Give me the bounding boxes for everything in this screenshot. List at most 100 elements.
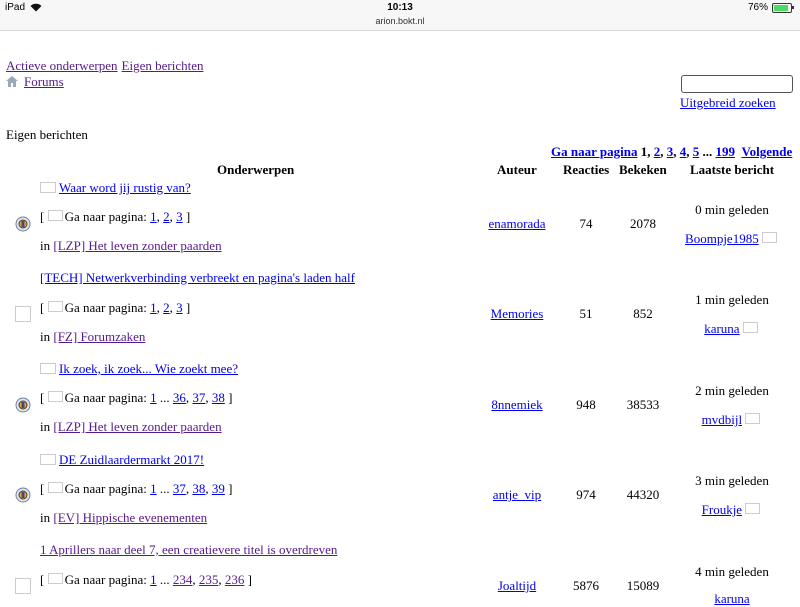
topic-page-link[interactable]: 234 — [173, 572, 193, 587]
topic-page-link[interactable]: 1 — [150, 572, 157, 587]
topic-page-link[interactable]: 1 — [150, 481, 157, 496]
forum-link[interactable]: [LZP] Het leven zonder paarden — [53, 419, 221, 434]
author-link[interactable]: Memories — [491, 306, 544, 321]
pagination-page-link[interactable]: 4 — [680, 144, 687, 159]
battery-tip — [792, 6, 794, 9]
topic-page-link[interactable]: 1 — [150, 390, 157, 405]
topic-title-link[interactable]: Waar word jij rustig van? — [59, 180, 191, 195]
topic-title-link[interactable]: 1 Aprillers naar deel 7, een creatievere… — [40, 542, 337, 557]
pagination-page-link[interactable]: 2 — [654, 144, 661, 159]
pagination-next-link[interactable]: Volgende — [741, 144, 792, 159]
home-icon — [6, 76, 18, 87]
pagination-goto-link[interactable]: Ga naar pagina — [551, 144, 637, 159]
topic-page-link[interactable]: 36 — [173, 390, 186, 405]
clock: 10:13 — [387, 2, 413, 13]
address-bar-url[interactable]: arion.bokt.nl — [0, 16, 800, 26]
replies-count: 974 — [576, 487, 596, 502]
breadcrumb: Forums — [6, 74, 64, 90]
in-label: in — [40, 510, 51, 525]
last-post-user-link[interactable]: karuna — [704, 321, 739, 336]
search-input[interactable] — [681, 75, 793, 93]
page-ellipsis: ... — [159, 572, 170, 587]
hot-topic-icon — [15, 397, 31, 413]
goto-page-label: Ga naar pagina: — [64, 390, 147, 405]
last-post-icon[interactable] — [745, 503, 761, 514]
last-post-user-link[interactable]: Froukje — [702, 502, 742, 517]
last-post-time: 2 min geleden — [695, 383, 769, 398]
battery-icon — [772, 3, 792, 13]
topic-prefix-image — [40, 454, 56, 465]
page-title: Eigen berichten — [6, 127, 88, 142]
views-count: 2078 — [630, 216, 656, 231]
author-link[interactable]: Joaltijd — [498, 578, 536, 593]
breadcrumb-forums-link[interactable]: Forums — [24, 74, 64, 89]
topic-status-icon — [15, 306, 31, 322]
topic-page-link[interactable]: 1 — [150, 209, 157, 224]
author-link[interactable]: enamorada — [488, 216, 545, 231]
header-views: Bekeken — [619, 162, 667, 177]
replies-count: 74 — [579, 216, 593, 231]
last-post-time: 1 min geleden — [695, 292, 769, 307]
page-icon — [47, 391, 63, 402]
top-nav: Actieve onderwerpen Eigen berichten — [6, 58, 207, 74]
views-count: 15089 — [626, 578, 660, 593]
pagination: Ga naar pagina 1, 2, 3, 4, 5 ... 199 Vol… — [551, 144, 793, 159]
advanced-search-link[interactable]: Uitgebreid zoeken — [680, 95, 776, 111]
topic-page-link[interactable]: 1 — [150, 300, 157, 315]
last-post-user-link[interactable]: karuna — [714, 591, 749, 606]
topic-page-link[interactable]: 236 — [225, 572, 245, 587]
last-post-icon[interactable] — [742, 322, 758, 333]
views-count: 38533 — [626, 397, 660, 412]
pagination-last-page-link[interactable]: 199 — [715, 144, 735, 159]
header-last-post: Laatste bericht — [690, 162, 775, 177]
forum-link[interactable]: [FZ] Forumzaken — [53, 329, 145, 344]
views-count: 44320 — [626, 487, 660, 502]
replies-count: 948 — [576, 397, 596, 412]
topic-prefix-image — [40, 182, 56, 193]
topic-page-link[interactable]: 3 — [176, 300, 183, 315]
hot-topic-icon — [15, 487, 31, 503]
topic-page-link[interactable]: 3 — [176, 209, 183, 224]
last-post-time: 4 min geleden — [695, 564, 769, 579]
topic-page-link[interactable]: 37 — [173, 481, 186, 496]
in-label: in — [40, 419, 51, 434]
last-post-icon[interactable] — [761, 232, 777, 243]
topic-page-link[interactable]: 2 — [163, 300, 170, 315]
topic-page-link[interactable]: 39 — [212, 481, 225, 496]
page-icon — [47, 482, 63, 493]
ios-status-bar: iPad 10:13 arion.bokt.nl 76% — [0, 0, 800, 31]
hot-topic-icon — [15, 216, 31, 232]
forum-link[interactable]: [EV] Hippische evenementen — [53, 510, 207, 525]
replies-count: 51 — [579, 306, 593, 321]
page-ellipsis: ... — [159, 390, 170, 405]
topic-prefix-image — [40, 363, 56, 374]
last-post-user-link[interactable]: Boompje1985 — [685, 231, 759, 246]
topic-page-link[interactable]: 2 — [163, 209, 170, 224]
last-post-time: 3 min geleden — [695, 473, 769, 488]
forum-link[interactable]: [LZP] Het leven zonder paarden — [53, 238, 221, 253]
last-post-icon[interactable] — [745, 413, 761, 424]
goto-page-label: Ga naar pagina: — [64, 481, 147, 496]
page-icon — [47, 301, 63, 312]
topic-page-link[interactable]: 38 — [212, 390, 225, 405]
topic-status-icon — [15, 578, 31, 594]
own-posts-link[interactable]: Eigen berichten — [122, 58, 204, 73]
pagination-page-link[interactable]: 5 — [693, 144, 700, 159]
topic-page-link[interactable]: 235 — [199, 572, 219, 587]
active-topics-link[interactable]: Actieve onderwerpen — [6, 58, 118, 73]
topic-title-link[interactable]: DE Zuidlaardermarkt 2017! — [59, 452, 204, 467]
topic-page-link[interactable]: 37 — [192, 390, 205, 405]
author-link[interactable]: 8nnemiek — [491, 397, 542, 412]
author-link[interactable]: antje_vip — [493, 487, 541, 502]
goto-page-label: Ga naar pagina: — [64, 300, 147, 315]
views-count: 852 — [633, 306, 653, 321]
topic-title-link[interactable]: Ik zoek, ik zoek... Wie zoekt mee? — [59, 361, 238, 376]
goto-page-label: Ga naar pagina: — [64, 209, 147, 224]
topic-title-link[interactable]: [TECH] Netwerkverbinding verbreekt en pa… — [40, 270, 355, 285]
topic-page-link[interactable]: 38 — [192, 481, 205, 496]
pagination-page-link[interactable]: 3 — [667, 144, 674, 159]
header-author: Auteur — [497, 162, 537, 177]
in-label: in — [40, 329, 51, 344]
header-replies: Reacties — [563, 162, 610, 177]
last-post-user-link[interactable]: mvdbijl — [702, 412, 742, 427]
